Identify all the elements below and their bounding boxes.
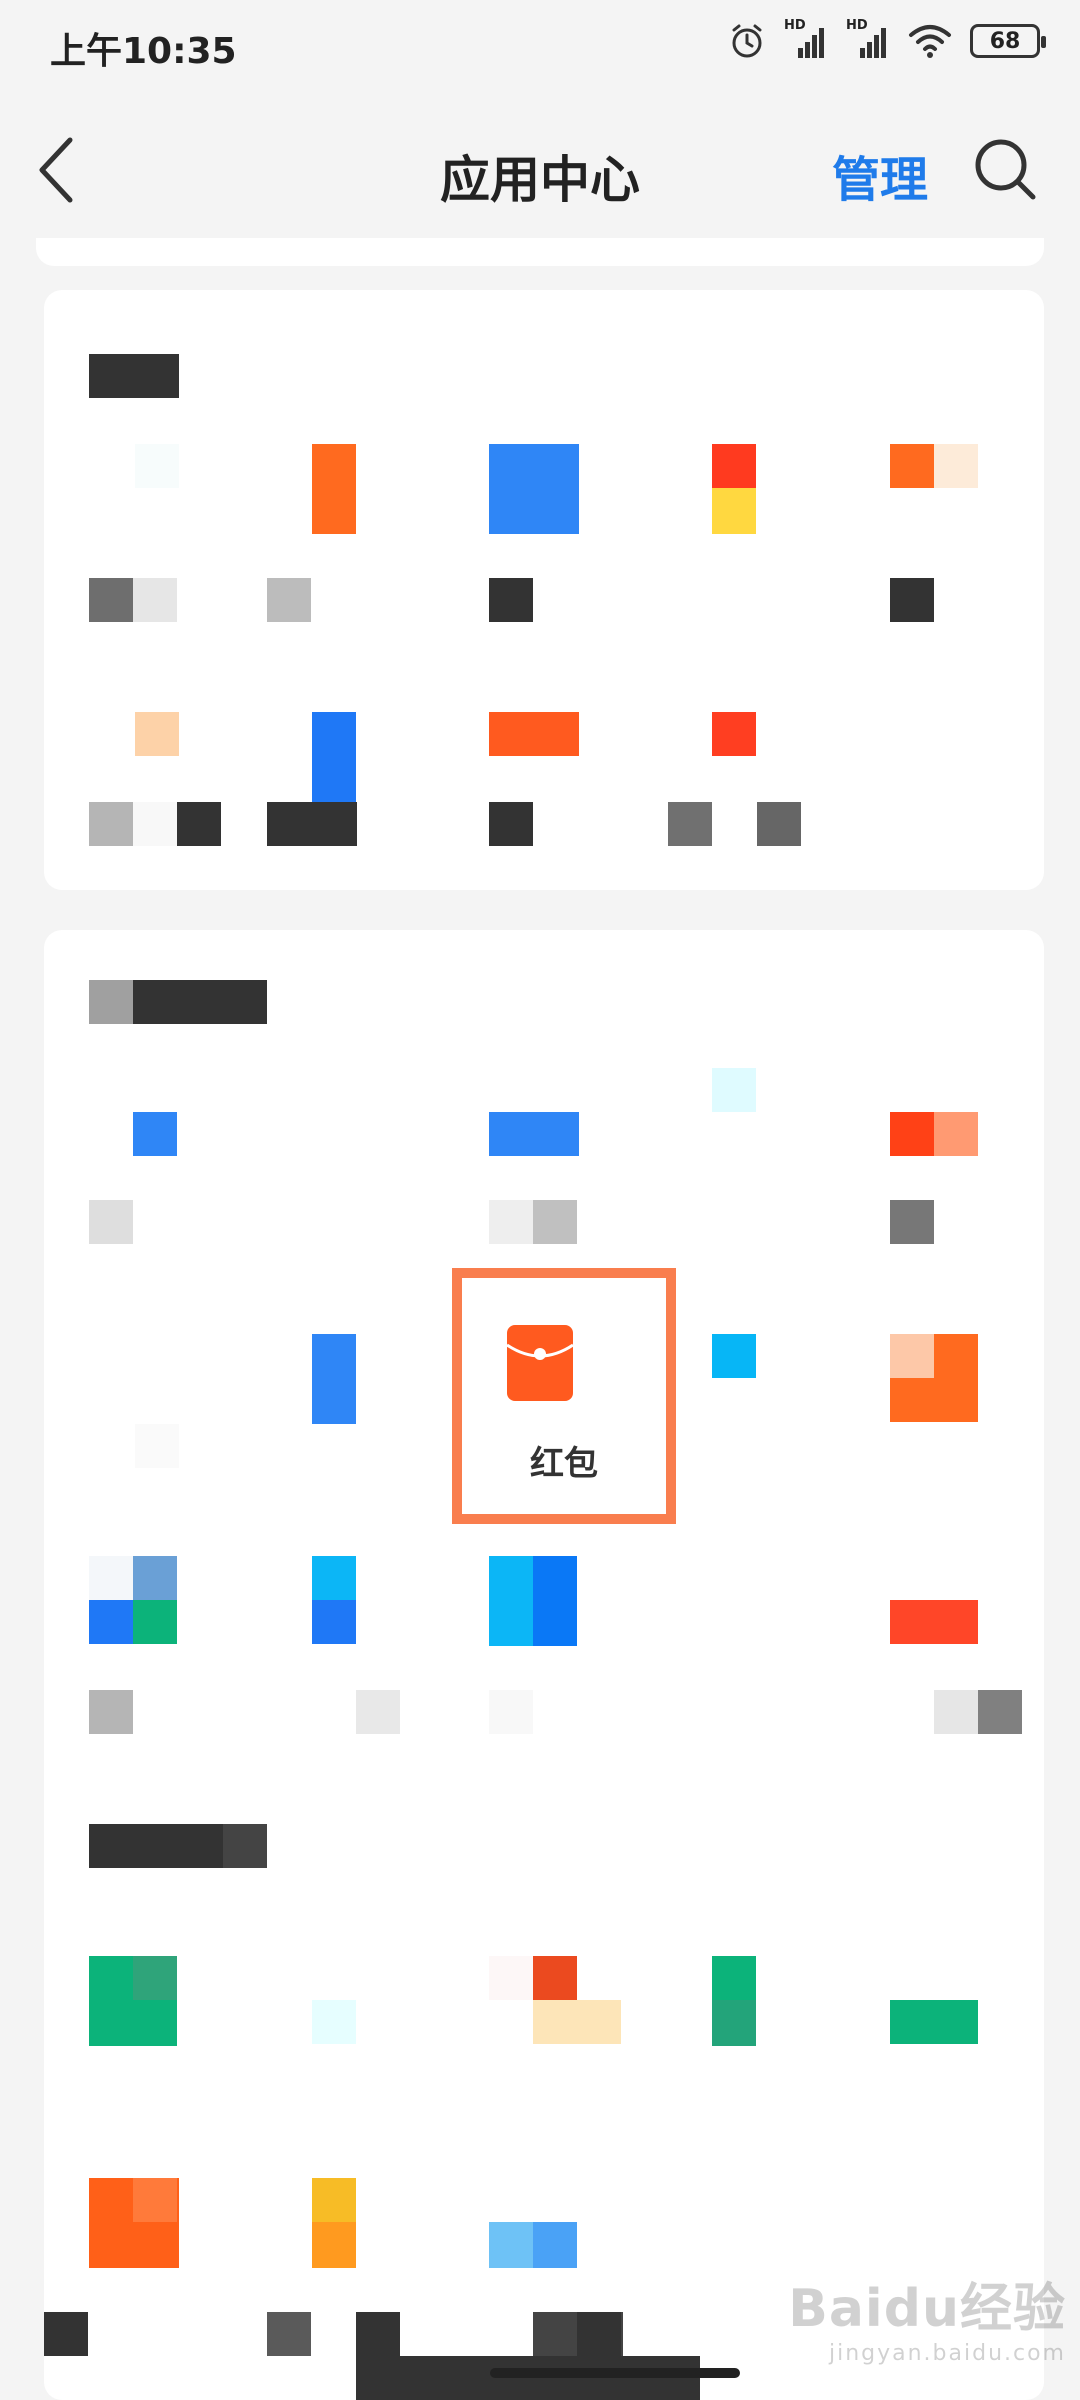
mosaic-block [489,578,533,622]
mosaic-block [712,712,756,756]
mosaic-block [489,1112,579,1156]
manage-button[interactable]: 管理 [832,140,928,210]
mosaic-block [133,2178,177,2222]
mosaic-block [978,1690,1022,1734]
mosaic-block [133,578,177,622]
app-header: 应用中心 管理 [0,110,1080,230]
wifi-icon [909,25,951,58]
mosaic-block [267,802,357,846]
mosaic-block [489,1690,533,1734]
mosaic-block [712,2000,756,2046]
mosaic-block [890,578,934,622]
status-bar: 上午10:35 HD HD 68 [0,0,1080,90]
mosaic-block [712,1334,756,1378]
mosaic-block [312,1334,356,1424]
collapsed-card [36,238,1044,266]
mosaic-block [489,1200,533,1244]
mosaic-block [712,1068,756,1112]
mosaic-block [712,488,756,534]
mosaic-block [757,802,801,846]
mosaic-block [89,578,133,622]
alarm-icon [732,24,762,58]
mosaic-block [312,2000,356,2044]
red-envelope-label: 红包 [530,1444,598,1484]
mosaic-block [890,1378,978,1422]
mosaic-block [312,444,356,534]
mosaic-block [533,2222,577,2268]
status-icons: HD HD 68 [728,18,1046,60]
mosaic-block [135,444,179,488]
mosaic-block [533,1556,577,1646]
mosaic-block [89,802,133,846]
mosaic-block [133,1112,177,1156]
mosaic-block [133,1600,177,1644]
mosaic-block [934,1334,978,1378]
home-indicator[interactable] [490,2368,740,2378]
mosaic-block [312,2178,356,2222]
mosaic-block [890,1112,934,1156]
mosaic-block [89,1690,133,1734]
baidu-watermark: Baidu经验 jingyan.baidu.com [788,2266,1066,2366]
mosaic-block [533,2000,621,2044]
mosaic-block [312,1600,356,1644]
mosaic-block [89,354,179,398]
mosaic-block [400,2356,700,2400]
mosaic-block [934,1690,978,1734]
watermark-main: Baidu经验 [788,2279,1066,2339]
mosaic-block [533,1956,577,2000]
mosaic-block [890,444,934,488]
battery-icon: 68 [970,24,1046,58]
mosaic-block [135,1424,179,1468]
mosaic-block [177,802,221,846]
mosaic-block [312,1556,356,1600]
search-icon[interactable] [972,136,1038,202]
mosaic-block [89,1824,223,1868]
watermark-sub: jingyan.baidu.com [828,2341,1066,2366]
mosaic-block [133,1556,177,1600]
mosaic-block [135,712,179,756]
mosaic-block [489,802,533,846]
mosaic-block [489,712,579,756]
mosaic-block [668,802,712,846]
mosaic-block [223,1824,267,1868]
status-time: 上午10:35 [50,31,237,72]
mosaic-block [712,444,756,488]
mosaic-block [890,1334,934,1378]
mosaic-block [489,2222,533,2268]
mosaic-block [133,1956,177,2000]
mosaic-block [89,1200,133,1244]
mosaic-block [577,2312,621,2356]
mosaic-block [890,1600,978,1644]
mosaic-block [133,980,267,1024]
mosaic-block [890,1200,934,1244]
cellular-signal-2-icon: HD [846,18,890,60]
mosaic-block [934,444,978,488]
mosaic-block [44,2312,88,2356]
mosaic-block [489,1556,533,1646]
mosaic-block [890,2000,978,2044]
mosaic-block [89,1556,133,1600]
mosaic-block [89,1600,133,1644]
mosaic-block [934,1112,978,1156]
mosaic-block [89,980,133,1024]
mosaic-block [312,2222,356,2268]
mosaic-block [489,444,579,534]
mosaic-block [356,2312,400,2400]
mosaic-block [133,802,177,846]
red-envelope-icon[interactable] [505,1323,575,1403]
mosaic-block [267,578,311,622]
mosaic-block [356,1690,400,1734]
mosaic-block [533,1200,577,1244]
cellular-signal-1-icon: HD [784,18,828,60]
mosaic-block [267,2312,311,2356]
mosaic-block [312,712,356,802]
mosaic-block [489,1956,533,2000]
